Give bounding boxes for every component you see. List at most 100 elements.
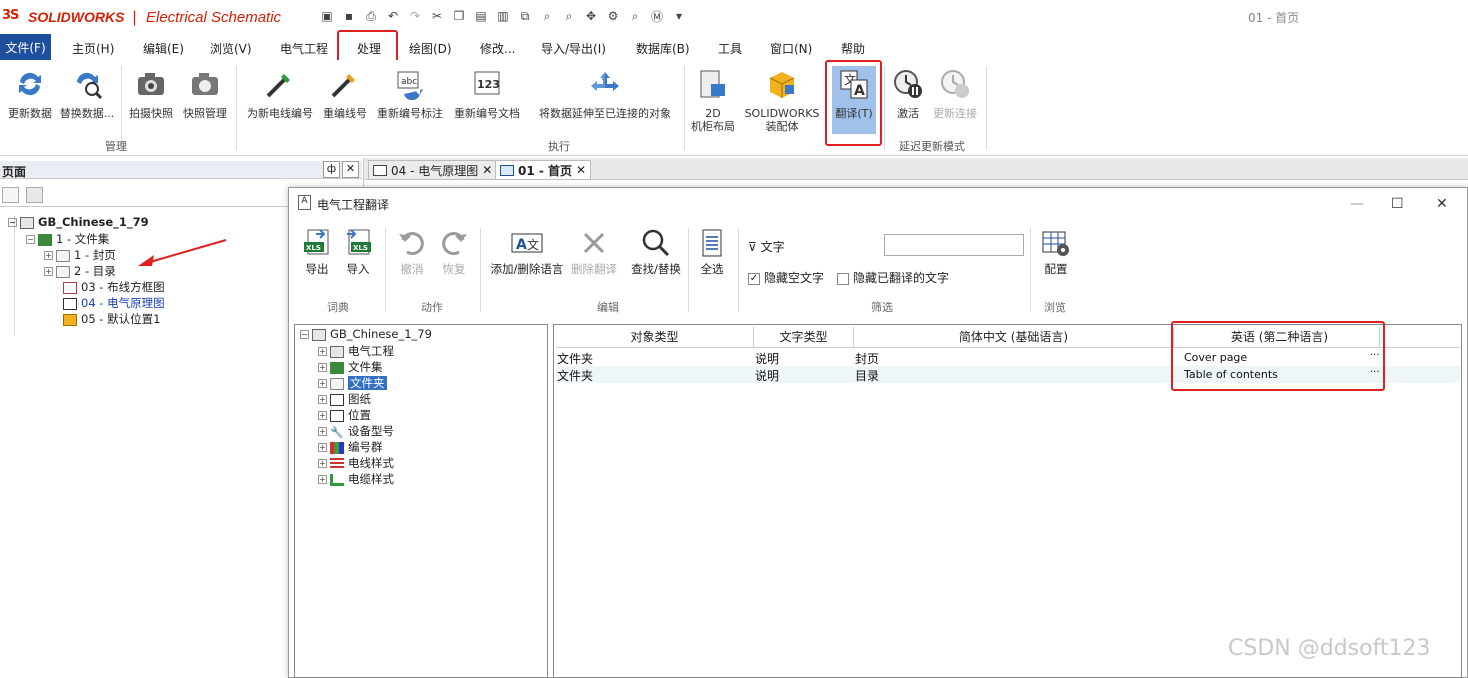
checkbox-checked[interactable]: ✓	[748, 272, 760, 285]
tree-item-drawing[interactable]: + 图纸	[318, 391, 371, 407]
menu-file[interactable]: 文件(F)	[0, 34, 51, 60]
zoom-window-icon[interactable]: ⌕	[560, 7, 578, 25]
tree-item-electrical-project[interactable]: + 电气工程	[318, 343, 394, 359]
find-replace-button[interactable]: 查找/替换	[627, 228, 685, 277]
paste-icon[interactable]: ▤	[472, 7, 490, 25]
macro-icon[interactable]: Ⓜ	[648, 7, 666, 25]
hide-empty-checkbox[interactable]: ✓ 隐藏空文字	[748, 269, 824, 286]
expand-icon[interactable]: +	[318, 459, 327, 468]
column-header-text-type[interactable]: 文字类型	[754, 327, 854, 347]
menu-tools[interactable]: 工具	[718, 40, 742, 57]
import-button[interactable]: XLS 导入	[339, 228, 377, 277]
expand-icon[interactable]: +	[318, 363, 327, 372]
print-icon[interactable]: ⎙	[362, 7, 380, 25]
menu-window[interactable]: 窗口(N)	[770, 40, 812, 57]
settings-icon[interactable]: ⚙	[604, 7, 622, 25]
filter-text-input[interactable]	[884, 234, 1024, 256]
expand-icon[interactable]: +	[318, 347, 327, 356]
menu-modify[interactable]: 修改...	[480, 40, 515, 57]
menu-view[interactable]: 浏览(V)	[210, 40, 252, 57]
snapshot-manager-button[interactable]: 快照管理	[178, 68, 232, 120]
tree-root-project[interactable]: − GB_Chinese_1_79	[300, 327, 432, 341]
menu-electrical-project[interactable]: 电气工程	[280, 40, 328, 57]
replace-data-button[interactable]: 替换数据...	[56, 68, 118, 120]
take-snapshot-button[interactable]: 拍摄快照	[124, 68, 178, 120]
activate-button[interactable]: 激活	[886, 68, 930, 120]
highlight-english-column	[1171, 321, 1385, 391]
menu-home[interactable]: 主页(H)	[72, 40, 114, 57]
cabinet-layout-2d-button[interactable]: 2D 机柜布局	[686, 68, 740, 133]
menu-database[interactable]: 数据库(B)	[636, 40, 690, 57]
redo-icon[interactable]: ↷	[406, 7, 424, 25]
new-icon[interactable]: ▣	[318, 7, 336, 25]
filter-label: ⊽ 文字	[748, 240, 785, 254]
column-header-object-type[interactable]: 对象类型	[556, 327, 754, 347]
highlight-process-menu	[337, 30, 398, 63]
pages-view-icon[interactable]	[2, 187, 19, 203]
expand-icon[interactable]: +	[318, 475, 327, 484]
wrench-icon: 🔧	[330, 425, 344, 439]
expand-icon[interactable]: +	[318, 427, 327, 436]
expand-icon[interactable]: +	[318, 411, 327, 420]
menu-help[interactable]: 帮助	[841, 40, 865, 57]
tree-item-book[interactable]: + 文件集	[318, 359, 383, 375]
tab-home[interactable]: 01 - 首页 ✕	[495, 160, 592, 180]
select-all-button[interactable]: 全选	[694, 228, 730, 277]
clipboard-icon[interactable]: ▥	[494, 7, 512, 25]
tree-item-cable-style[interactable]: + 电缆样式	[318, 471, 394, 487]
number-new-wires-button[interactable]: 为新电线编号	[242, 68, 318, 120]
dropdown-icon[interactable]: ▾	[670, 7, 688, 25]
watermark: CSDN @ddsoft123	[1228, 636, 1431, 661]
zoom-icon[interactable]: ⌕	[538, 7, 556, 25]
duplicate-icon[interactable]: ⧉	[516, 7, 534, 25]
menu-draw[interactable]: 绘图(D)	[409, 40, 452, 57]
pan-icon[interactable]: ✥	[582, 7, 600, 25]
configure-button[interactable]: 配置	[1038, 228, 1074, 277]
tree-item-folder[interactable]: + 文件夹	[318, 375, 387, 391]
undo-icon[interactable]: ↶	[384, 7, 402, 25]
renumber-documents-button[interactable]: 123 重新编号文档	[448, 68, 526, 120]
schematic-view-icon[interactable]	[26, 187, 43, 203]
close-icon[interactable]: ✕	[482, 163, 492, 177]
solidworks-assembly-button[interactable]: SOLIDWORKS 装配体	[740, 68, 824, 133]
tree-item-manufacturer-part[interactable]: + 🔧 设备型号	[318, 423, 394, 439]
collapse-icon[interactable]: −	[300, 330, 309, 339]
renumber-marks-button[interactable]: abc 重新编号标注	[372, 68, 448, 120]
save-icon[interactable]: ▪	[340, 7, 358, 25]
menu-edit[interactable]: 编辑(E)	[143, 40, 184, 57]
tree-item-numbering-group[interactable]: + 编号群	[318, 439, 383, 455]
close-icon[interactable]: ✕	[342, 161, 359, 178]
brand-separator: |	[132, 8, 138, 26]
expand-icon[interactable]: +	[318, 395, 327, 404]
tree-item-location[interactable]: + 位置	[318, 407, 371, 423]
export-button[interactable]: XLS 导出	[298, 228, 336, 277]
propagate-data-button[interactable]: 将数据延伸至已连接的对象	[530, 68, 680, 120]
maximize-icon[interactable]: ☐	[1391, 196, 1404, 212]
close-icon[interactable]: ✕	[576, 163, 586, 177]
tree-item-wire-style[interactable]: + 电线样式	[318, 455, 394, 471]
copy-icon[interactable]: ❐	[450, 7, 468, 25]
checkbox-unchecked[interactable]	[837, 272, 849, 285]
menu-import-export[interactable]: 导入/导出(I)	[541, 40, 606, 57]
tree-item-block-diagram[interactable]: 03 - 布线方框图	[63, 279, 165, 295]
undo-button[interactable]: 撤消	[392, 228, 432, 277]
tree-item-schematic[interactable]: 04 - 电气原理图	[63, 295, 165, 311]
pin-icon[interactable]: ф	[323, 161, 340, 178]
search-icon[interactable]: ⌕	[626, 7, 644, 25]
update-connections-button[interactable]: 更新连接	[928, 68, 982, 120]
cut-icon[interactable]: ✂	[428, 7, 446, 25]
expand-icon[interactable]: +	[318, 379, 327, 388]
expand-icon[interactable]: +	[318, 443, 327, 452]
add-remove-language-button[interactable]: A文 添加/删除语言	[487, 228, 567, 277]
column-header-chinese[interactable]: 简体中文 (基础语言)	[854, 327, 1174, 347]
minimize-icon[interactable]: —	[1350, 196, 1364, 212]
renumber-wires-button[interactable]: 重编线号	[318, 68, 372, 120]
update-data-button[interactable]: 更新数据	[4, 68, 56, 120]
delete-translation-button[interactable]: 删除翻译	[568, 228, 620, 277]
pages-panel-title: 页面	[2, 165, 27, 179]
close-icon[interactable]: ✕	[1436, 196, 1448, 212]
tree-item-location[interactable]: 05 - 默认位置1	[63, 311, 160, 327]
tab-schematic[interactable]: 04 - 电气原理图 ✕	[368, 160, 498, 180]
redo-button[interactable]: 恢复	[434, 228, 474, 277]
hide-translated-checkbox[interactable]: 隐藏已翻译的文字	[837, 269, 949, 286]
